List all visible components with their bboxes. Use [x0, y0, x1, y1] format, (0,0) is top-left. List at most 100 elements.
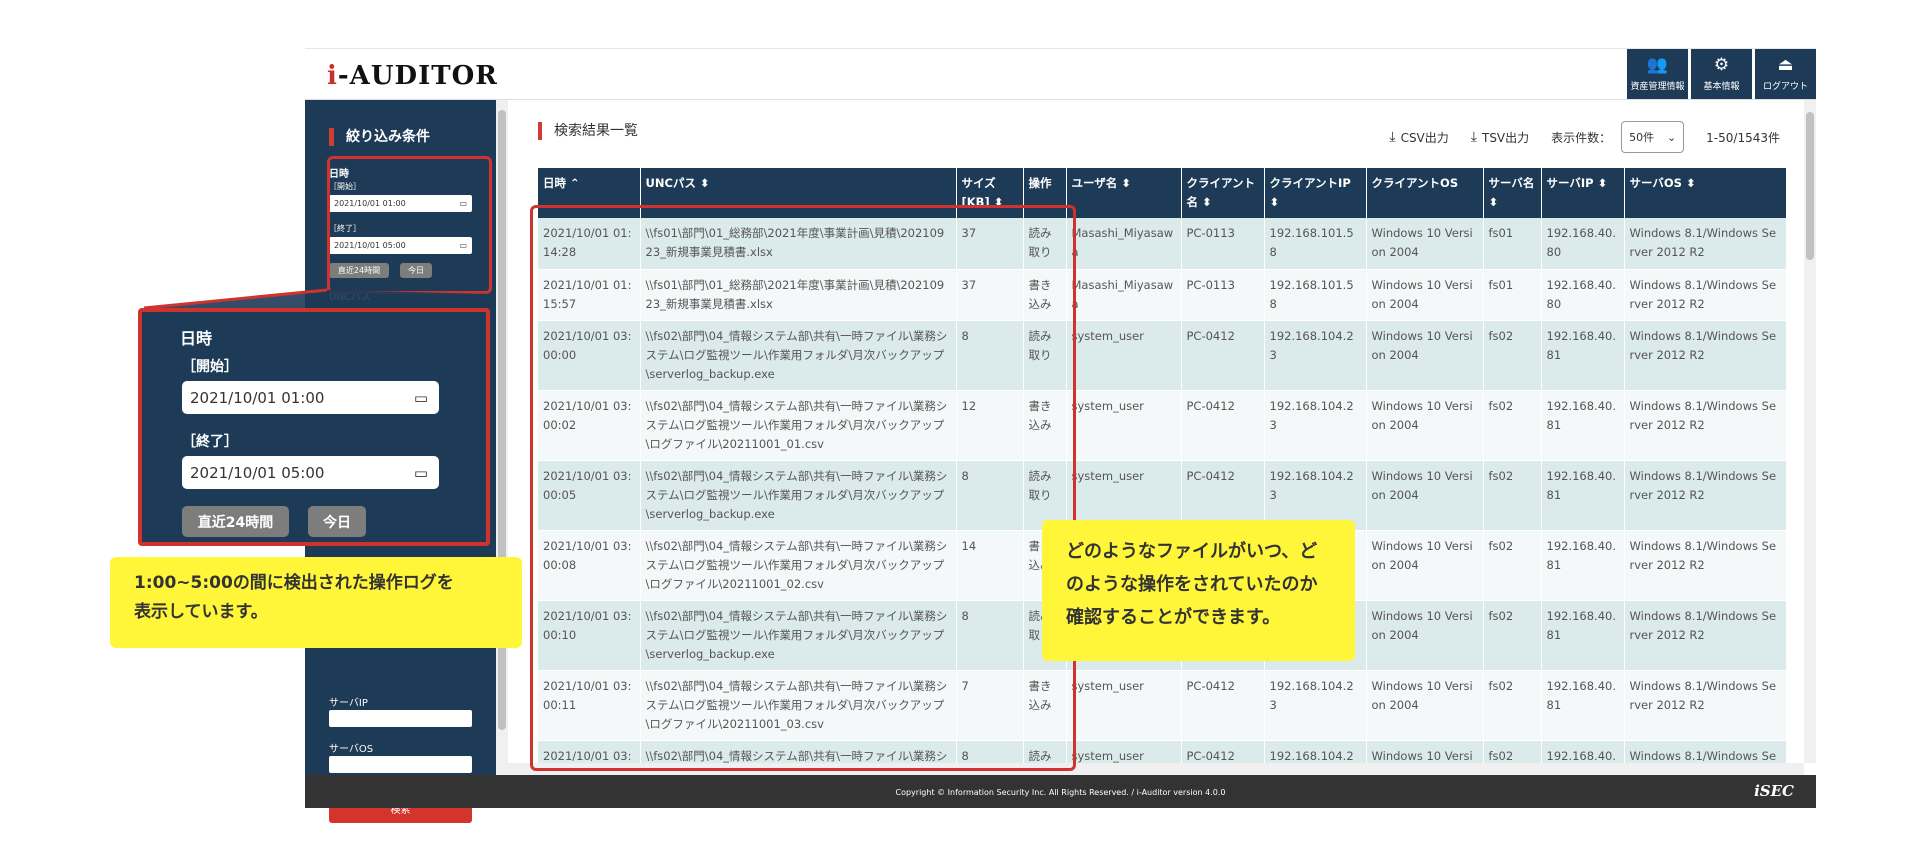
cell-client-ip: 192.168.104.23	[1264, 320, 1367, 391]
header-col-server-ip[interactable]: サーバIP ⬍	[1541, 168, 1625, 218]
zoom-today-button[interactable]: 今日	[308, 506, 366, 537]
cell-user: system_user	[1066, 670, 1182, 741]
cell-server-os: Windows 8.1/Windows Server 2012 R2	[1624, 670, 1787, 741]
zoom-recent-24h-button[interactable]: 直近24時間	[182, 506, 289, 537]
zoom-end-input[interactable]: 2021/10/01 05:00 ▭	[182, 456, 439, 489]
logo-text: -AUDITOR	[337, 61, 498, 91]
server-ip-input[interactable]	[329, 710, 472, 727]
cell-server-os: Windows 8.1/Windows Server 2012 R2	[1624, 390, 1787, 461]
header-col-server-os[interactable]: サーバOS ⬍	[1624, 168, 1787, 218]
cell-server-name: fs01	[1483, 218, 1542, 270]
server-os-input[interactable]	[329, 756, 472, 773]
header-col-server-name[interactable]: サーバ名 ⬍	[1483, 168, 1542, 218]
header-col-user[interactable]: ユーザ名 ⬍	[1066, 168, 1182, 218]
cell-client-name: PC-0412	[1181, 320, 1265, 391]
cell-client-name: PC-0412	[1181, 390, 1265, 461]
cell-client-os: Windows 10 Version 2004	[1366, 530, 1484, 601]
per-page-label: 表示件数：	[1551, 130, 1612, 145]
sidebar-scrollbar[interactable]	[496, 100, 508, 775]
gear-icon: ⚙	[1713, 55, 1730, 75]
main-vertical-scrollbar[interactable]	[1804, 100, 1816, 763]
cell-server-os: Windows 8.1/Windows Server 2012 R2	[1624, 600, 1787, 671]
server-os-label: サーバOS	[329, 744, 374, 755]
callout-time-range: 1:00~5:00の間に検出された操作ログを 表示しています。	[110, 557, 522, 648]
cell-client-os: Windows 10 Version 2004	[1366, 390, 1484, 461]
cell-user: system_user	[1066, 320, 1182, 391]
cell-client-os: Windows 10 Version 2004	[1366, 269, 1484, 321]
cell-client-name: PC-0412	[1181, 670, 1265, 741]
asset-info-label: 資産管理情報	[1630, 82, 1685, 92]
logo-accent: i	[327, 61, 338, 91]
asset-info-button[interactable]: 👥 資産管理情報	[1627, 49, 1688, 99]
cell-client-ip: 192.168.104.23	[1264, 390, 1367, 461]
zoom-end-value: 2021/10/01 05:00	[190, 463, 325, 482]
basic-info-button[interactable]: ⚙ 基本情報	[1691, 49, 1752, 99]
zoom-datetime-label: 日時	[180, 329, 213, 348]
results-title: 検索結果一覧	[538, 122, 638, 140]
cell-client-os: Windows 10 Version 2004	[1366, 670, 1484, 741]
logout-icon: ⏏	[1777, 55, 1794, 75]
sidebar-datetime-highlight	[327, 156, 492, 294]
calendar-icon[interactable]: ▭	[414, 389, 428, 407]
cell-server-name: fs02	[1483, 460, 1542, 531]
cell-server-ip: 192.168.40.81	[1541, 530, 1625, 601]
basic-info-label: 基本情報	[1703, 82, 1740, 92]
callout-file-operations-line2: のような操作をされていたのか	[1066, 574, 1318, 595]
results-toolbar: ⤓ CSV出力 ⤓ TSV出力 表示件数： 50件 ⌄ 1-50/1543件	[1389, 121, 1780, 153]
cell-server-name: fs02	[1483, 390, 1542, 461]
tsv-export-button[interactable]: ⤓ TSV出力	[1471, 129, 1529, 146]
cell-server-ip: 192.168.40.81	[1541, 670, 1625, 741]
cell-client-os: Windows 10 Version 2004	[1366, 600, 1484, 671]
cell-client-ip: 192.168.104.23	[1264, 670, 1367, 741]
logout-label: ログアウト	[1762, 82, 1808, 92]
cell-server-name: fs02	[1483, 530, 1542, 601]
cell-server-ip: 192.168.40.81	[1541, 320, 1625, 391]
callout-file-operations-line1: どのようなファイルがいつ、ど	[1066, 541, 1318, 562]
per-page-value: 50件	[1629, 131, 1655, 144]
app-logo[interactable]: i-AUDITOR	[327, 61, 498, 91]
logout-button[interactable]: ⏏ ログアウト	[1755, 49, 1816, 99]
header-bar: i-AUDITOR 👥 資産管理情報 ⚙ 基本情報 ⏏ ログアウト	[305, 49, 1816, 100]
datetime-zoom-panel: 日時 ［開始］ 2021/10/01 01:00 ▭ ［終了］ 2021/10/…	[138, 308, 490, 546]
cell-server-ip: 192.168.40.80	[1541, 269, 1625, 321]
callout-time-range-line1: 1:00~5:00の間に検出された操作ログを	[134, 573, 454, 593]
table-highlight	[530, 205, 1076, 771]
tsv-export-label: TSV出力	[1481, 130, 1530, 145]
cell-client-name: PC-0113	[1181, 269, 1265, 321]
footer: Copyright © Information Security Inc. Al…	[305, 775, 1816, 808]
download-icon: ⤓	[1389, 129, 1396, 145]
header-col-client-os[interactable]: クライアントOS	[1366, 168, 1484, 218]
cell-client-ip: 192.168.101.58	[1264, 218, 1367, 270]
cell-server-name: fs02	[1483, 320, 1542, 391]
zoom-end-label: ［終了］	[182, 434, 238, 450]
filter-title: 絞り込み条件	[329, 128, 430, 146]
chevron-down-icon: ⌄	[1666, 130, 1677, 144]
cell-server-ip: 192.168.40.80	[1541, 218, 1625, 270]
zoom-start-input[interactable]: 2021/10/01 01:00 ▭	[182, 381, 439, 414]
cell-server-name: fs02	[1483, 600, 1542, 671]
cell-server-name: fs02	[1483, 670, 1542, 741]
server-ip-label: サーバIP	[329, 698, 368, 709]
download-icon: ⤓	[1470, 129, 1477, 145]
cell-server-os: Windows 8.1/Windows Server 2012 R2	[1624, 218, 1787, 270]
cell-client-name: PC-0113	[1181, 218, 1265, 270]
header-col-client-ip[interactable]: クライアントIP ⬍	[1264, 168, 1367, 218]
main-scroll-thumb[interactable]	[1806, 112, 1814, 260]
csv-export-button[interactable]: ⤓ CSV出力	[1389, 129, 1448, 146]
header-buttons: 👥 資産管理情報 ⚙ 基本情報 ⏏ ログアウト	[1627, 49, 1816, 99]
per-page-select[interactable]: 50件 ⌄	[1621, 121, 1685, 153]
cell-user: system_user	[1066, 390, 1182, 461]
callout-time-range-line2: 表示しています。	[134, 602, 268, 622]
paging-info: 1-50/1543件	[1706, 130, 1780, 145]
zoom-start-value: 2021/10/01 01:00	[190, 388, 325, 407]
cell-server-os: Windows 8.1/Windows Server 2012 R2	[1624, 320, 1787, 391]
cell-client-os: Windows 10 Version 2004	[1366, 460, 1484, 531]
cell-server-os: Windows 8.1/Windows Server 2012 R2	[1624, 269, 1787, 321]
cell-client-ip: 192.168.101.58	[1264, 269, 1367, 321]
calendar-icon[interactable]: ▭	[414, 464, 428, 482]
copyright-text: Copyright © Information Security Inc. Al…	[895, 788, 1226, 797]
header-col-client-name[interactable]: クライアント名 ⬍	[1181, 168, 1265, 218]
zoom-start-label: ［開始］	[182, 359, 238, 375]
callout-file-operations: どのようなファイルがいつ、ど のような操作をされていたのか 確認することができま…	[1042, 520, 1355, 661]
callout-file-operations-line3: 確認することができます。	[1066, 607, 1281, 628]
